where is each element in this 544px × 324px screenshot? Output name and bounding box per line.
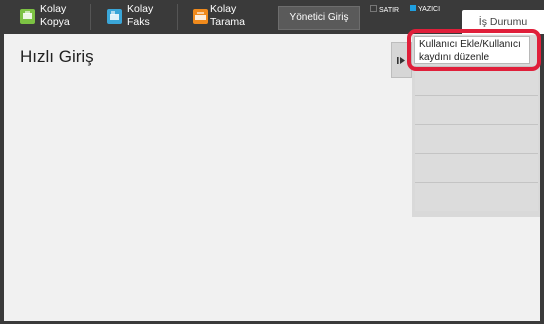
highlight-ring (407, 29, 541, 71)
easy-scan-label-line1: Kolay (210, 3, 237, 15)
easy-scan-label-line2: Tarama (210, 16, 246, 28)
printer-status-icon (410, 5, 416, 11)
easy-copy-button[interactable]: Kolay Kopya (16, 0, 88, 34)
line-indicator-label: SATIR (379, 7, 400, 14)
easy-fax-label-line2: Faks (127, 16, 150, 28)
action-panel-empty-slot (415, 124, 538, 153)
easy-fax-label-line1: Kolay (127, 3, 154, 15)
easy-scan-button[interactable]: Kolay Tarama (189, 0, 265, 34)
printer-indicator: YAZICI (410, 5, 440, 14)
collapse-arrow-icon (397, 57, 405, 64)
action-panel-empty-slot (415, 153, 538, 182)
divider (177, 4, 178, 30)
divider (90, 4, 91, 30)
easy-fax-icon (107, 9, 122, 24)
easy-copy-icon (20, 9, 35, 24)
line-status-icon (370, 5, 377, 12)
printer-indicator-label: YAZICI (418, 6, 441, 13)
easy-fax-button[interactable]: Kolay Faks (103, 0, 175, 34)
easy-scan-icon (193, 9, 208, 24)
line-indicator: SATIR (370, 5, 399, 15)
easy-copy-label-line2: Kopya (40, 16, 70, 28)
action-panel-empty-slot (415, 182, 538, 211)
easy-copy-label-line1: Kolay (40, 3, 67, 15)
page-title: Hızlı Giriş (20, 47, 94, 66)
admin-login-button[interactable]: Yönetici Giriş (278, 6, 360, 30)
action-panel-empty-slot (415, 95, 538, 124)
